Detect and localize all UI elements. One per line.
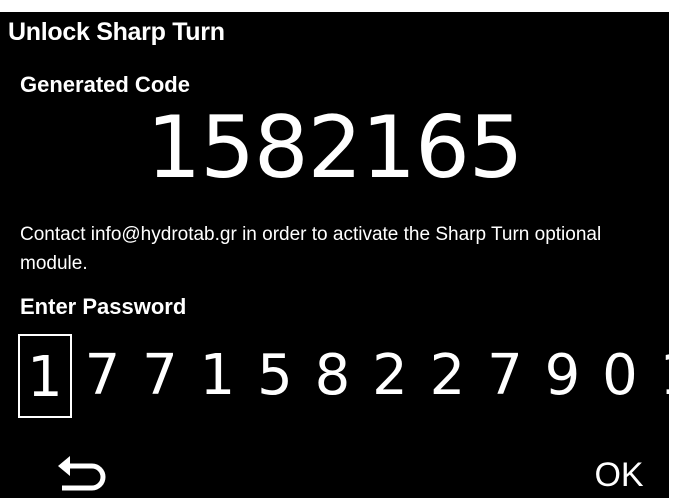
unlock-panel: Unlock Sharp Turn Generated Code 1582165… xyxy=(0,12,675,498)
contact-message: Contact info@hydrotab.gr in order to act… xyxy=(20,224,602,274)
back-arrow-icon xyxy=(58,456,106,491)
password-digit-10[interactable]: 9 xyxy=(536,334,590,418)
unlock-screen: Unlock Sharp Turn Generated Code 1582165… xyxy=(0,0,675,498)
back-button[interactable] xyxy=(52,452,114,498)
password-digit-4[interactable]: 1 xyxy=(191,334,245,418)
page-title: Unlock Sharp Turn xyxy=(8,18,225,46)
password-digit-1[interactable]: 1 xyxy=(18,334,72,418)
password-digit-12[interactable]: 1 xyxy=(651,334,675,418)
password-digit-7[interactable]: 2 xyxy=(363,334,417,418)
generated-code-value: 1582165 xyxy=(146,98,523,198)
password-digit-5[interactable]: 5 xyxy=(248,334,302,418)
password-digit-8[interactable]: 2 xyxy=(421,334,475,418)
password-digit-6[interactable]: 8 xyxy=(306,334,360,418)
password-digit-2[interactable]: 7 xyxy=(76,334,130,418)
ok-button[interactable]: OK xyxy=(584,452,654,498)
password-digit-11[interactable]: 0 xyxy=(593,334,647,418)
password-digit-3[interactable]: 7 xyxy=(133,334,187,418)
generated-code-label: Generated Code xyxy=(20,72,190,97)
password-digit-row: 1 7 7 1 5 8 2 2 7 9 0 1 xyxy=(18,334,675,420)
password-digit-9[interactable]: 7 xyxy=(478,334,532,418)
password-label: Enter Password xyxy=(20,294,187,319)
